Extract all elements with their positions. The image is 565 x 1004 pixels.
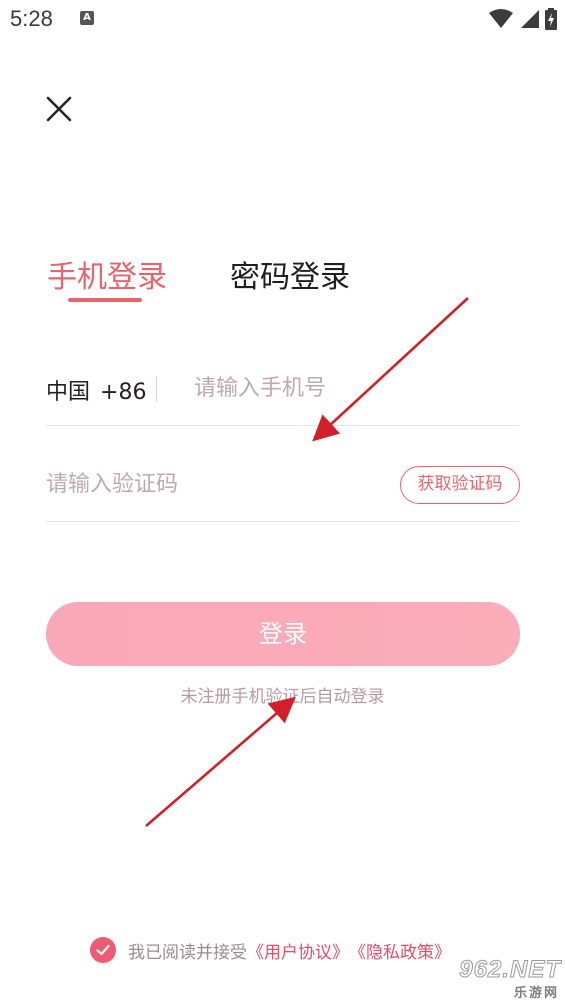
tab-phone-login[interactable]: 手机登录 [47,252,167,296]
login-tabs: 手机登录 密码登录 [47,252,447,312]
auto-register-hint: 未注册手机验证后自动登录 [180,687,385,707]
watermark-brand: 962.NET [459,956,561,984]
close-icon [46,96,72,122]
status-bar: 5:28 A [0,0,565,40]
country-code: +86 [100,380,147,405]
phone-input[interactable] [194,368,514,408]
agree-checkbox[interactable] [90,937,116,963]
tab-password-login[interactable]: 密码登录 [230,252,350,296]
watermark-sub: 乐游网 [513,986,559,1001]
phone-row: 中国 +86 [46,362,520,426]
close-button[interactable] [42,92,76,126]
code-row: 获取验证码 [46,458,520,522]
agreement-row: 我已阅读并接受 《用户协议》 《隐私政策》 [90,936,451,964]
phone-divider [156,376,157,402]
country-name: 中国 [46,380,91,405]
status-time: 5:28 [10,6,53,31]
login-button[interactable]: 登录 [46,602,520,666]
agreement-prefix: 我已阅读并接受 [128,942,247,963]
verification-code-input[interactable] [46,464,346,504]
check-icon [96,944,110,956]
annotation-arrow-hint [145,696,296,827]
cell-signal-icon [521,10,539,28]
watermark-logo: 962.NET 乐游网 [429,956,561,1002]
user-agreement-link[interactable]: 《用户协议》 [247,938,349,963]
get-code-button[interactable]: 获取验证码 [400,466,520,504]
tab-active-indicator [68,298,142,302]
status-icons [489,8,557,30]
country-selector[interactable]: 中国 +86 [46,374,146,406]
wifi-icon [489,9,513,28]
notification-a-icon: A [80,11,94,25]
battery-icon [545,8,557,30]
